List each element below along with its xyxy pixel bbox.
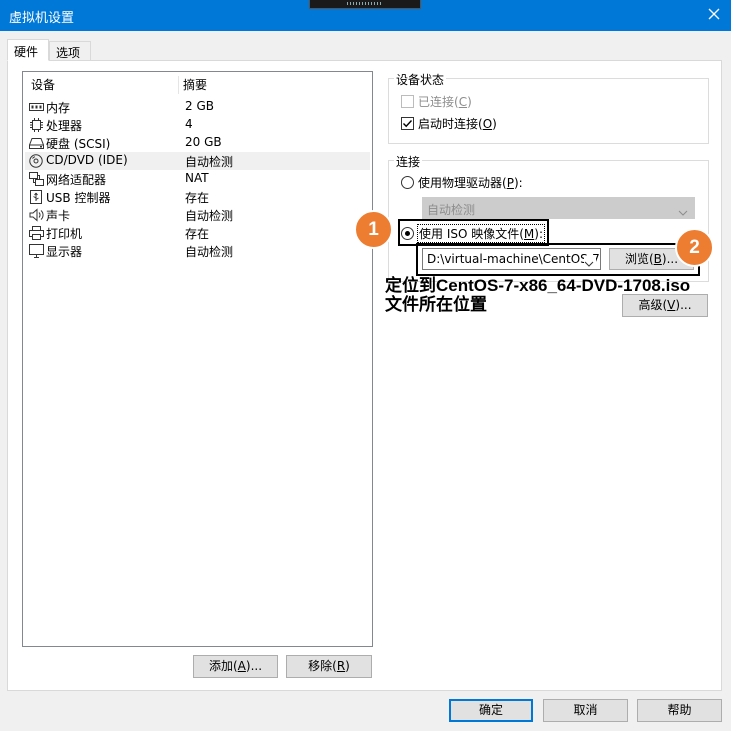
tab-options-label: 选项	[56, 46, 81, 60]
column-divider	[178, 76, 179, 94]
device-summary: 自动检测	[185, 155, 234, 169]
device-row-sound-card[interactable]: 声卡 自动检测	[25, 206, 370, 224]
device-name: 处理器	[46, 119, 83, 133]
help-button[interactable]: 帮助	[637, 699, 722, 722]
chevron-down-icon	[678, 205, 688, 219]
tab-hardware[interactable]: 硬件	[7, 39, 49, 61]
device-summary: 存在	[185, 227, 210, 241]
speaker-icon	[29, 208, 44, 222]
device-row-memory[interactable]: 内存 2 GB	[25, 98, 370, 116]
remove-device-button[interactable]: 移除(R)	[286, 655, 372, 678]
connect-at-power-on-checkbox[interactable]: 启动时连接(O)	[401, 115, 521, 133]
device-summary: 存在	[185, 191, 210, 205]
network-adapter-icon	[29, 172, 44, 186]
usb-icon	[29, 190, 44, 204]
device-name: 硬盘 (SCSI)	[46, 137, 111, 151]
device-name: 网络适配器	[46, 173, 107, 187]
iso-path-highlight	[416, 243, 700, 276]
device-row-processor[interactable]: 处理器 4	[25, 116, 370, 134]
device-name: 声卡	[46, 209, 71, 223]
device-row-printer[interactable]: 打印机 存在	[25, 224, 370, 242]
title-bar: 虚拟机设置	[0, 0, 731, 31]
step-badge-2: 2	[675, 228, 714, 267]
annotation-line-1: 定位到CentOS-7-x86_64-DVD-1708.iso	[385, 276, 691, 295]
drag-grip[interactable]	[309, 0, 421, 9]
device-summary: 20 GB	[185, 135, 222, 149]
tab-options[interactable]: 选项	[49, 41, 91, 61]
cancel-button[interactable]: 取消	[543, 699, 628, 722]
cd-dvd-icon	[29, 154, 44, 168]
checkmark-icon	[401, 117, 414, 130]
hard-disk-icon	[29, 136, 44, 150]
device-name: 显示器	[46, 245, 83, 259]
device-summary: 4	[185, 117, 193, 131]
column-header-summary[interactable]: 摘要	[183, 76, 207, 96]
device-summary: 自动检测	[185, 209, 234, 223]
close-icon[interactable]	[705, 5, 723, 23]
iso-radio-highlight	[398, 219, 549, 246]
connection-title: 连接	[394, 153, 423, 170]
device-name: USB 控制器	[46, 191, 111, 205]
device-row-hard-disk[interactable]: 硬盘 (SCSI) 20 GB	[25, 134, 370, 152]
device-summary: NAT	[185, 171, 209, 185]
window-title: 虚拟机设置	[9, 11, 75, 26]
device-status-title: 设备状态	[394, 71, 447, 88]
device-name: 打印机	[46, 227, 83, 241]
device-row-cd-dvd[interactable]: CD/DVD (IDE) 自动检测	[25, 152, 370, 170]
device-name: CD/DVD (IDE)	[46, 153, 128, 167]
annotation-line-2: 文件所在位置	[385, 295, 487, 314]
physical-drive-select: 自动检测	[422, 197, 695, 219]
device-list[interactable]: 设备 摘要 内存 2 GB 处理器 4 硬盘 (SCSI) 20 GB CD/D…	[22, 71, 373, 647]
step-badge-1: 1	[354, 210, 393, 249]
add-device-button[interactable]: 添加(A)...	[193, 655, 278, 678]
physical-drive-radio[interactable]: 使用物理驱动器(P):	[401, 174, 541, 192]
processor-icon	[29, 118, 44, 132]
device-row-display[interactable]: 显示器 自动检测	[25, 242, 370, 260]
annotation-note: 定位到CentOS-7-x86_64-DVD-1708.iso 文件所在位置	[385, 276, 690, 314]
column-header-device[interactable]: 设备	[31, 76, 55, 96]
ok-button[interactable]: 确定	[449, 699, 533, 722]
memory-icon	[29, 100, 44, 114]
connected-checkbox[interactable]: 已连接(C)	[401, 93, 521, 111]
device-row-network[interactable]: 网络适配器 NAT	[25, 170, 370, 188]
monitor-icon	[29, 244, 44, 258]
printer-icon	[29, 226, 44, 240]
device-summary: 自动检测	[185, 245, 234, 259]
tab-hardware-label: 硬件	[14, 45, 39, 59]
device-row-usb[interactable]: USB 控制器 存在	[25, 188, 370, 206]
device-name: 内存	[46, 101, 71, 115]
device-summary: 2 GB	[185, 99, 214, 113]
